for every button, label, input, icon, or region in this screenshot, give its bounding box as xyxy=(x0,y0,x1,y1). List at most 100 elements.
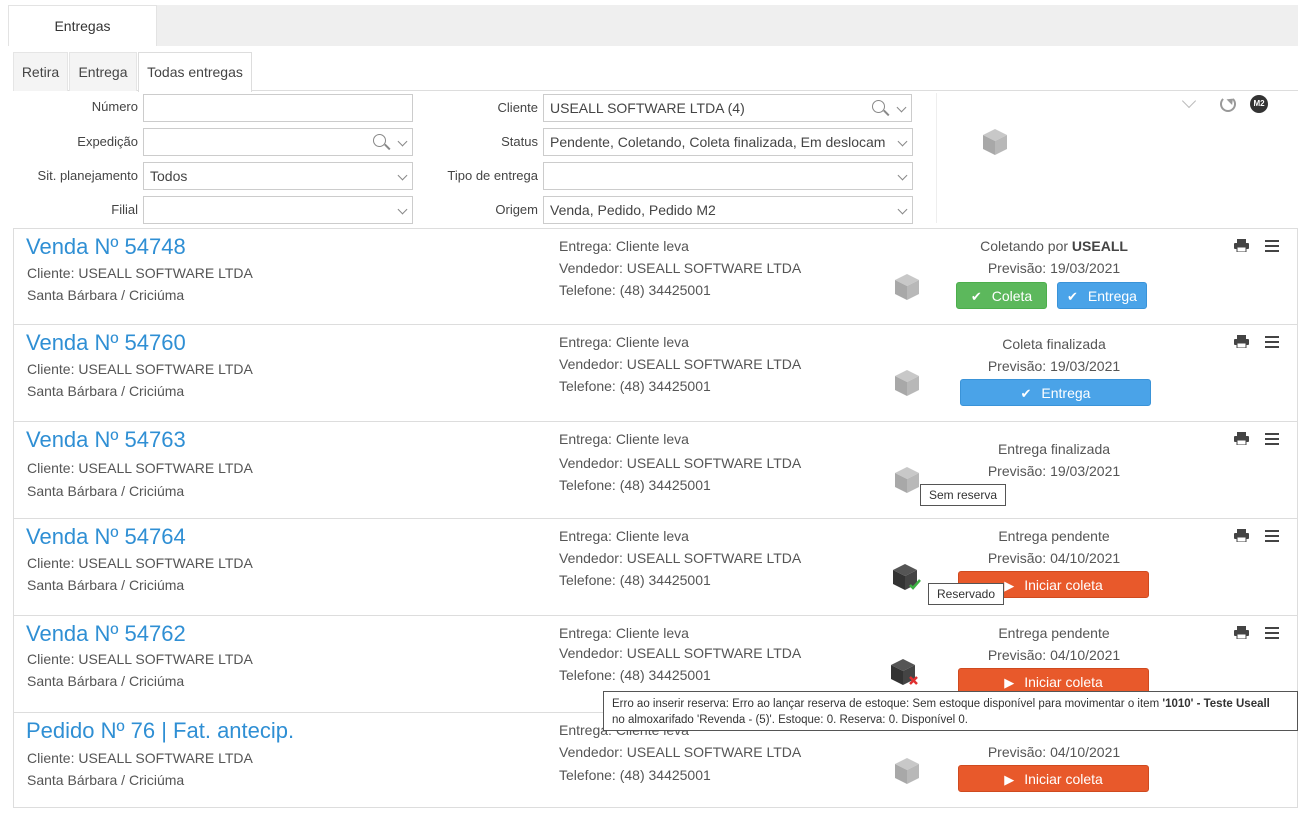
delivery-card: Venda Nº 54763 Cliente: USEALL SOFTWARE … xyxy=(14,422,1297,519)
card-entrega: Entrega: Cliente leva xyxy=(559,334,689,350)
numero-label: Número xyxy=(91,99,138,114)
refresh-icon[interactable] xyxy=(1220,96,1236,112)
printer-icon[interactable] xyxy=(1234,335,1249,348)
chevron-down-icon[interactable] xyxy=(397,170,408,181)
card-vendedor: Vendedor: USEALL SOFTWARE LTDA xyxy=(559,260,802,276)
chevron-down-icon[interactable] xyxy=(896,102,907,113)
card-telefone: Telefone: (48) 34425001 xyxy=(559,767,711,783)
entrega-button[interactable]: ✔ Entrega xyxy=(1057,282,1147,309)
expedicao-select[interactable] xyxy=(143,128,413,156)
menu-icon[interactable] xyxy=(1265,433,1279,445)
m2-icon[interactable]: M2 xyxy=(1250,95,1268,113)
card-previsao: Previsão: 04/10/2021 xyxy=(987,550,1121,566)
card-entrega: Entrega: Cliente leva xyxy=(559,528,689,544)
play-icon: ▶ xyxy=(1004,772,1015,787)
reserva-cube-icon[interactable] xyxy=(894,466,920,494)
collapse-chevron-icon[interactable] xyxy=(1181,93,1197,109)
tipo-entrega-label: Tipo de entrega xyxy=(447,168,538,183)
card-cliente: Cliente: USEALL SOFTWARE LTDA xyxy=(27,265,253,281)
card-status: Entrega pendente xyxy=(998,625,1110,641)
menu-icon[interactable] xyxy=(1265,530,1279,542)
status-select[interactable]: Pendente, Coletando, Coleta finalizada, … xyxy=(543,128,913,156)
chevron-down-icon[interactable] xyxy=(897,136,908,147)
tab-entregas[interactable]: Entregas xyxy=(8,5,157,46)
reserva-cube-icon[interactable] xyxy=(894,757,920,785)
origem-select[interactable]: Venda, Pedido, Pedido M2 xyxy=(543,196,913,224)
card-status: Entrega finalizada xyxy=(997,441,1111,457)
card-previsao: Previsão: 19/03/2021 xyxy=(987,358,1121,374)
chevron-down-icon[interactable] xyxy=(897,204,908,215)
top-tab-bar: Entregas xyxy=(8,5,1298,46)
chevron-down-icon[interactable] xyxy=(897,170,908,181)
card-vendedor: Vendedor: USEALL SOFTWARE LTDA xyxy=(559,645,802,661)
play-icon: ▶ xyxy=(1004,578,1015,593)
printer-icon[interactable] xyxy=(1234,432,1249,445)
card-title[interactable]: Pedido Nº 76 | Fat. antecip. xyxy=(26,718,294,744)
card-title[interactable]: Venda Nº 54748 xyxy=(26,234,186,260)
card-cliente: Cliente: USEALL SOFTWARE LTDA xyxy=(27,361,253,377)
tipo-entrega-select[interactable] xyxy=(543,162,913,190)
card-title[interactable]: Venda Nº 54763 xyxy=(26,427,186,453)
delivery-card: Venda Nº 54764 Cliente: USEALL SOFTWARE … xyxy=(14,519,1297,616)
check-icon: ✔ xyxy=(970,289,982,304)
chevron-down-icon[interactable] xyxy=(397,136,408,147)
search-icon[interactable] xyxy=(872,100,885,113)
sit-planejamento-label: Sit. planejamento xyxy=(37,168,138,183)
card-title[interactable]: Venda Nº 54760 xyxy=(26,330,186,356)
card-entrega: Entrega: Cliente leva xyxy=(559,431,689,447)
card-telefone: Telefone: (48) 34425001 xyxy=(559,667,711,683)
card-status: Entrega pendente xyxy=(998,528,1110,544)
card-telefone: Telefone: (48) 34425001 xyxy=(559,378,711,394)
tab-retira[interactable]: Retira xyxy=(13,52,68,91)
tab-todas-entregas[interactable]: Todas entregas xyxy=(138,52,252,92)
delivery-card: Venda Nº 54748 Cliente: USEALL SOFTWARE … xyxy=(14,228,1297,325)
cliente-select[interactable]: USEALL SOFTWARE LTDA (4) xyxy=(543,94,912,122)
expedicao-label: Expedição xyxy=(77,134,138,149)
menu-icon[interactable] xyxy=(1265,627,1279,639)
delivery-card: Venda Nº 54760 Cliente: USEALL SOFTWARE … xyxy=(14,325,1297,422)
card-title[interactable]: Venda Nº 54764 xyxy=(26,524,186,550)
card-vendedor: Vendedor: USEALL SOFTWARE LTDA xyxy=(559,744,802,760)
iniciar-coleta-button[interactable]: ▶ Iniciar coleta xyxy=(958,765,1149,792)
menu-icon[interactable] xyxy=(1265,336,1279,348)
search-icon[interactable] xyxy=(373,134,386,147)
reserved-cube-icon[interactable] xyxy=(892,563,922,593)
card-cliente: Cliente: USEALL SOFTWARE LTDA xyxy=(27,460,253,476)
card-local: Santa Bárbara / Criciúma xyxy=(27,383,185,399)
printer-icon[interactable] xyxy=(1234,239,1249,252)
card-entrega: Entrega: Cliente leva xyxy=(559,625,689,641)
printer-icon[interactable] xyxy=(1234,626,1249,639)
reserva-error-cube-icon[interactable] xyxy=(890,658,920,688)
error-tooltip: Erro ao inserir reserva: Erro ao lançar … xyxy=(603,691,1298,731)
coleta-button[interactable]: ✔ Coleta xyxy=(956,282,1047,309)
sit-planejamento-select[interactable]: Todos xyxy=(143,162,413,190)
card-vendedor: Vendedor: USEALL SOFTWARE LTDA xyxy=(559,455,802,471)
card-local: Santa Bárbara / Criciúma xyxy=(27,483,185,499)
reserva-cube-icon[interactable] xyxy=(982,128,1008,156)
card-entrega: Entrega: Cliente leva xyxy=(559,238,689,254)
card-previsao: Previsão: 19/03/2021 xyxy=(987,463,1121,479)
menu-icon[interactable] xyxy=(1265,240,1279,252)
filial-select[interactable] xyxy=(143,196,413,224)
card-vendedor: Vendedor: USEALL SOFTWARE LTDA xyxy=(559,550,802,566)
card-local: Santa Bárbara / Criciúma xyxy=(27,287,185,303)
numero-input[interactable] xyxy=(143,94,413,122)
card-telefone: Telefone: (48) 34425001 xyxy=(559,572,711,588)
card-cliente: Cliente: USEALL SOFTWARE LTDA xyxy=(27,750,253,766)
entrega-button[interactable]: ✔ Entrega xyxy=(960,379,1151,406)
card-previsao: Previsão: 19/03/2021 xyxy=(987,260,1121,276)
reserva-cube-icon[interactable] xyxy=(894,369,920,397)
card-status: Coleta finalizada xyxy=(1002,336,1106,352)
chevron-down-icon[interactable] xyxy=(397,204,408,215)
printer-icon[interactable] xyxy=(1234,529,1249,542)
reserva-cube-icon[interactable] xyxy=(894,273,920,301)
card-telefone: Telefone: (48) 34425001 xyxy=(559,477,711,493)
card-previsao: Previsão: 04/10/2021 xyxy=(987,647,1121,663)
filter-divider xyxy=(936,93,937,223)
tab-entrega[interactable]: Entrega xyxy=(69,52,137,91)
card-local: Santa Bárbara / Criciúma xyxy=(27,577,185,593)
filial-label: Filial xyxy=(111,202,138,217)
card-title[interactable]: Venda Nº 54762 xyxy=(26,621,186,647)
card-vendedor: Vendedor: USEALL SOFTWARE LTDA xyxy=(559,356,802,372)
card-previsao: Previsão: 04/10/2021 xyxy=(987,744,1121,760)
